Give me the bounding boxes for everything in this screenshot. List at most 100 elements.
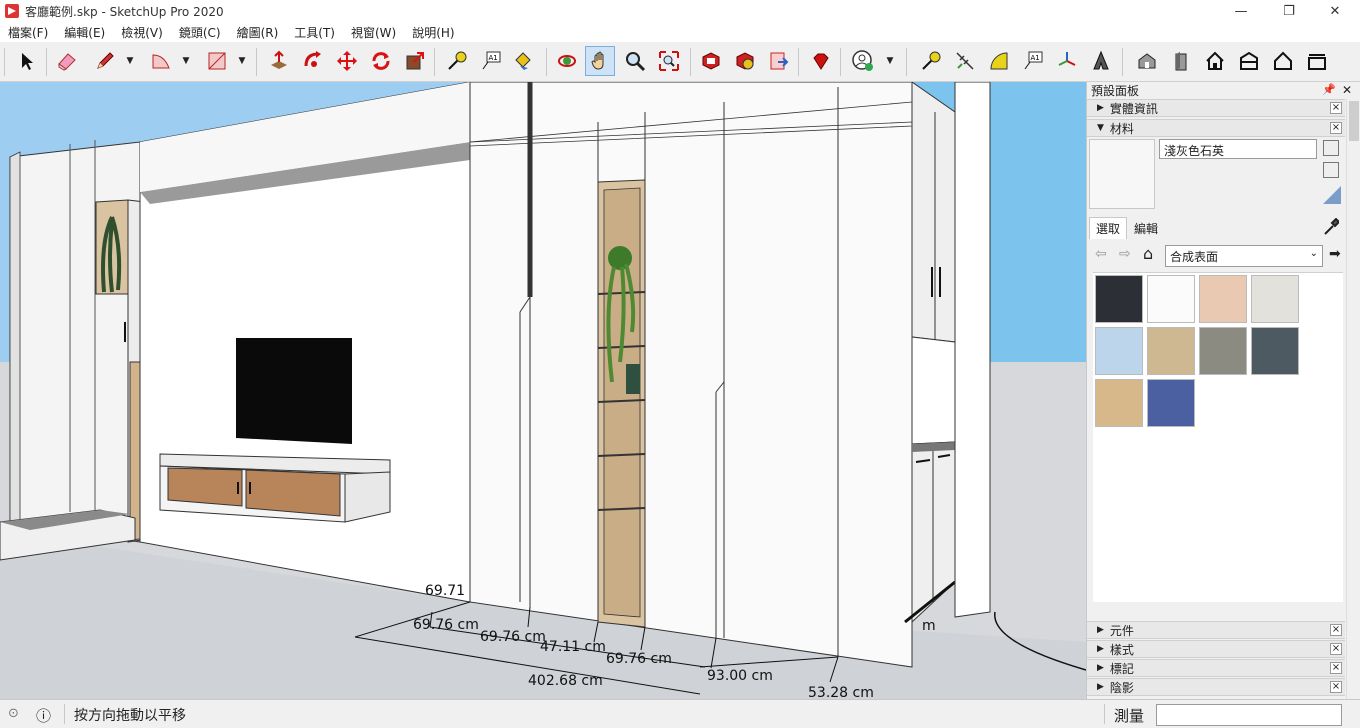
create-material-icon[interactable] [1323, 140, 1339, 156]
menu-file[interactable]: 檔案(F) [0, 24, 56, 41]
add-material-icon[interactable] [1323, 162, 1339, 178]
pin-icon[interactable]: 📌 [1322, 83, 1336, 96]
account-dropdown[interactable]: ▼ [884, 46, 896, 76]
panel-close-button[interactable]: × [1330, 624, 1342, 636]
protractor-icon[interactable] [950, 46, 980, 76]
rotate-icon[interactable] [366, 46, 396, 76]
measurements-input[interactable] [1156, 704, 1342, 726]
sketchup-logo-icon [5, 4, 19, 18]
paint-bucket-icon[interactable] [508, 46, 538, 76]
eraser-icon[interactable] [52, 46, 82, 76]
ruby-icon[interactable] [806, 46, 836, 76]
library-select[interactable]: 合成表面 ⌄ [1165, 245, 1323, 267]
dim-label: 69.76 cm [413, 617, 479, 633]
panel-close-button[interactable]: × [1330, 662, 1342, 674]
home-view-icon[interactable] [1200, 46, 1230, 76]
home-icon[interactable]: ⌂ [1143, 244, 1153, 263]
follow-me-icon[interactable] [298, 46, 328, 76]
tape-measure-icon[interactable] [442, 46, 472, 76]
text-icon[interactable]: A1 [476, 46, 506, 76]
material-swatch[interactable] [1147, 275, 1195, 323]
pencil-dropdown[interactable]: ▼ [124, 46, 136, 76]
window-title: 客廳範例.skp - SketchUp Pro 2020 [25, 4, 224, 19]
panel-close-button[interactable]: × [1330, 122, 1342, 134]
dim-label: 47.11 cm [540, 639, 606, 655]
dim-label: 69.71 [425, 583, 465, 599]
arc-icon[interactable] [146, 46, 176, 76]
menu-window[interactable]: 視窗(W) [343, 24, 404, 41]
material-swatch[interactable] [1251, 327, 1299, 375]
material-swatch[interactable] [1199, 275, 1247, 323]
rectangle-dropdown[interactable]: ▼ [236, 46, 248, 76]
details-arrow-icon[interactable]: ➡ [1329, 246, 1341, 262]
send-to-layout-icon[interactable] [764, 46, 794, 76]
select-icon[interactable] [12, 46, 42, 76]
material-swatch[interactable] [1251, 275, 1299, 323]
material-name-field[interactable]: 淺灰色石英 [1159, 139, 1317, 159]
panel-components[interactable]: ▶ 元件 × [1087, 621, 1345, 639]
account-icon[interactable] [848, 46, 878, 76]
3d-text-icon[interactable] [984, 46, 1014, 76]
iso-view-icon[interactable] [1132, 46, 1162, 76]
text-label-icon[interactable]: A1 [1018, 46, 1048, 76]
sample-paint-icon[interactable] [1323, 186, 1341, 204]
menu-draw[interactable]: 繪圖(R) [229, 24, 287, 41]
maximize-button[interactable]: ❐ [1266, 0, 1312, 22]
panel-close-button[interactable]: × [1330, 681, 1342, 693]
material-swatch[interactable] [1199, 327, 1247, 375]
right-view-icon[interactable] [1234, 46, 1264, 76]
menu-tools[interactable]: 工具(T) [286, 24, 343, 41]
warehouse-icon[interactable] [696, 46, 726, 76]
panel-close-button[interactable]: × [1330, 643, 1342, 655]
panel-entity-info[interactable]: ▶ 實體資訊 × [1087, 99, 1345, 117]
menu-edit[interactable]: 編輯(E) [56, 24, 113, 41]
zoom-extents-icon[interactable] [654, 46, 684, 76]
arc-dropdown[interactable]: ▼ [180, 46, 192, 76]
back-arrow-icon[interactable]: ⇦ [1095, 246, 1107, 262]
front-view-icon[interactable] [1166, 46, 1196, 76]
forward-arrow-icon[interactable]: ⇨ [1119, 246, 1131, 262]
scroll-thumb[interactable] [1349, 101, 1359, 141]
zoom-icon[interactable] [620, 46, 650, 76]
dimension-icon[interactable] [916, 46, 946, 76]
menu-help[interactable]: 說明(H) [404, 24, 462, 41]
material-swatch[interactable] [1095, 327, 1143, 375]
material-preview [1089, 139, 1155, 209]
tab-select[interactable]: 選取 [1089, 217, 1128, 239]
model-viewport[interactable]: 69.71 69.76 cm 69.76 cm 47.11 cm 69.76 c… [0, 82, 1086, 699]
menu-camera[interactable]: 鏡頭(C) [171, 24, 229, 41]
move-icon[interactable] [332, 46, 362, 76]
material-swatch[interactable] [1095, 379, 1143, 427]
panel-close-button[interactable]: × [1330, 102, 1342, 114]
axes-icon[interactable] [1052, 46, 1082, 76]
tray-close-button[interactable]: ✕ [1342, 83, 1352, 97]
info-icon[interactable]: ⓘ [36, 705, 51, 726]
minimize-button[interactable]: — [1218, 0, 1264, 22]
geo-location-icon[interactable]: ⊙ [8, 706, 19, 721]
close-button[interactable]: ✕ [1312, 0, 1358, 22]
material-swatch[interactable] [1095, 275, 1143, 323]
eyedropper-icon[interactable] [1323, 218, 1339, 236]
panel-styles[interactable]: ▶ 樣式 × [1087, 640, 1345, 658]
tray-scrollbar[interactable] [1346, 99, 1360, 699]
tab-edit[interactable]: 編輯 [1127, 217, 1165, 239]
material-swatch[interactable] [1147, 379, 1195, 427]
collapse-arrow-icon: ▼ [1097, 123, 1104, 133]
panel-shadows[interactable]: ▶ 陰影 × [1087, 678, 1345, 696]
panel-tags[interactable]: ▶ 標記 × [1087, 659, 1345, 677]
dim-label: m [922, 618, 936, 634]
rectangle-icon[interactable] [202, 46, 232, 76]
scale-icon[interactable] [400, 46, 430, 76]
extension-warehouse-icon[interactable] [730, 46, 760, 76]
pan-icon[interactable] [585, 46, 615, 76]
material-swatch[interactable] [1147, 327, 1195, 375]
orbit-icon[interactable] [552, 46, 582, 76]
panel-materials[interactable]: ▼ 材料 × [1087, 119, 1345, 137]
left-view-icon[interactable] [1302, 46, 1332, 76]
expand-arrow-icon: ▶ [1097, 625, 1104, 635]
pencil-icon[interactable] [90, 46, 120, 76]
back-view-icon[interactable] [1268, 46, 1298, 76]
push-pull-icon[interactable] [264, 46, 294, 76]
menu-view[interactable]: 檢視(V) [113, 24, 171, 41]
section-plane-icon[interactable] [1086, 46, 1116, 76]
